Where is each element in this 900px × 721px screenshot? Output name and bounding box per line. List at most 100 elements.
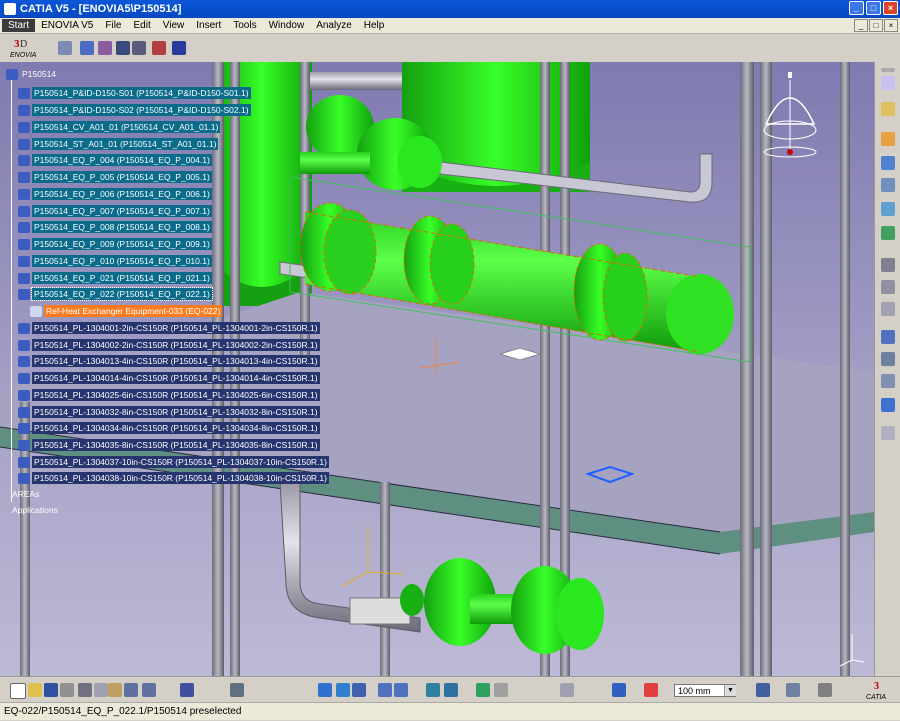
- tree-item[interactable]: P150514_CV_A01_01 (P150514_CV_A01_01.1): [18, 121, 221, 133]
- redo-icon[interactable]: [142, 683, 156, 697]
- tree-item[interactable]: P150514_EQ_P_005 (P150514_EQ_P_005.1): [18, 171, 212, 183]
- tree-item-areas[interactable]: AREAs: [10, 488, 41, 500]
- enovia-logo-text: ENOVIA: [10, 52, 37, 59]
- menu-tools[interactable]: Tools: [227, 20, 262, 31]
- tree-item[interactable]: P150514_PL-1304002-2in-CS150R (P150514_P…: [18, 339, 320, 351]
- right-toolbar: [874, 62, 900, 676]
- save-icon[interactable]: [116, 41, 130, 55]
- page-icon[interactable]: [881, 426, 895, 440]
- zoom-in-icon[interactable]: [378, 683, 392, 697]
- measure-icon[interactable]: [881, 280, 895, 294]
- product-icon: [18, 238, 30, 250]
- table-icon[interactable]: [230, 683, 244, 697]
- print-icon[interactable]: [60, 683, 74, 697]
- lock-icon[interactable]: [172, 41, 186, 55]
- snap-icon[interactable]: [560, 683, 574, 697]
- tree-item-equipment[interactable]: Ref-Heat Exchanger Equipment-033 (EQ-022…: [30, 305, 223, 317]
- cut-icon[interactable]: [78, 683, 92, 697]
- explore-icon[interactable]: [80, 41, 94, 55]
- menu-enovia[interactable]: ENOVIA V5: [35, 20, 99, 31]
- filter-icon[interactable]: [98, 41, 112, 55]
- document-icon[interactable]: [132, 41, 146, 55]
- menu-help[interactable]: Help: [358, 20, 391, 31]
- tree-item[interactable]: P150514_ST_A01_01 (P150514_ST_A01_01.1): [18, 138, 219, 150]
- tree-item[interactable]: P150514_EQ_P_007 (P150514_EQ_P_007.1): [18, 205, 212, 217]
- paint-icon[interactable]: [644, 683, 658, 697]
- tree-item[interactable]: P150514_EQ_P_008 (P150514_EQ_P_008.1): [18, 221, 212, 233]
- zoom-out-icon[interactable]: [394, 683, 408, 697]
- menu-analyze[interactable]: Analyze: [310, 20, 358, 31]
- navigate-icon[interactable]: [58, 41, 72, 55]
- status-bar: EQ-022/P150514_EQ_P_022.1/P150514 presel…: [0, 702, 900, 720]
- new-icon[interactable]: [10, 683, 26, 699]
- paste-icon[interactable]: [108, 683, 122, 697]
- tree-item[interactable]: P150514_EQ_P_010 (P150514_EQ_P_010.1): [18, 255, 212, 267]
- tree-item-selected[interactable]: P150514_EQ_P_022 (P150514_EQ_P_022.1): [18, 287, 213, 301]
- product-icon: [18, 104, 30, 116]
- swap-icon[interactable]: [881, 398, 895, 412]
- menu-start[interactable]: Start: [2, 19, 36, 32]
- hide-show-icon[interactable]: [494, 683, 508, 697]
- link-icon[interactable]: [881, 178, 895, 192]
- minimize-button[interactable]: _: [849, 1, 864, 15]
- rules-icon[interactable]: [881, 258, 895, 272]
- grid-icon[interactable]: [756, 683, 770, 697]
- iso-view-icon[interactable]: [444, 683, 458, 697]
- maximize-button[interactable]: □: [866, 1, 881, 15]
- color-icon[interactable]: [612, 683, 626, 697]
- undo-icon[interactable]: [124, 683, 138, 697]
- fit-all-icon[interactable]: [336, 683, 350, 697]
- transfer-icon[interactable]: [152, 41, 166, 55]
- menu-view[interactable]: View: [157, 20, 191, 31]
- tree-item[interactable]: P150514_P&ID-D150-S01 (P150514_P&ID-D150…: [18, 87, 251, 99]
- tree-item[interactable]: P150514_PL-1304001-2in-CS150R (P150514_P…: [18, 322, 320, 334]
- product-icon: [18, 472, 30, 484]
- chevron-down-icon[interactable]: ▼: [724, 685, 736, 696]
- tree-item-applications[interactable]: Applications: [10, 504, 60, 516]
- 3d-viewport[interactable]: P150514 P150514_P&ID-D150-S01 (P150514_P…: [0, 62, 874, 676]
- tree-item[interactable]: P150514_PL-1304034-8in-CS150R (P150514_P…: [18, 422, 320, 434]
- tree-item[interactable]: P150514_P&ID-D150-S02 (P150514_P&ID-D150…: [18, 104, 251, 116]
- settings-icon[interactable]: [786, 683, 800, 697]
- tree-item[interactable]: P150514_EQ_P_006 (P150514_EQ_P_006.1): [18, 188, 212, 200]
- tree-item[interactable]: P150514_PL-1304013-4in-CS150R (P150514_P…: [18, 355, 320, 367]
- camera-icon[interactable]: [818, 683, 832, 697]
- select-icon[interactable]: [881, 76, 895, 90]
- tree-item[interactable]: P150514_PL-1304038-10in-CS150R (P150514_…: [18, 472, 329, 484]
- close-button[interactable]: ×: [883, 1, 898, 15]
- pan-icon[interactable]: [352, 683, 366, 697]
- cube-icon[interactable]: [881, 226, 895, 240]
- sketch-icon[interactable]: [881, 132, 895, 146]
- open-icon[interactable]: [28, 683, 42, 697]
- shading-icon[interactable]: [476, 683, 490, 697]
- save-file-icon[interactable]: [44, 683, 58, 697]
- doc-close-button[interactable]: ×: [884, 19, 898, 32]
- layer-icon[interactable]: [881, 202, 895, 216]
- tree-item[interactable]: P150514_EQ_P_009 (P150514_EQ_P_009.1): [18, 238, 212, 250]
- doc-restore-button[interactable]: □: [869, 19, 883, 32]
- copy-icon[interactable]: [94, 683, 108, 697]
- cursor-icon[interactable]: [881, 102, 895, 116]
- whats-this-icon[interactable]: [180, 683, 194, 697]
- menu-window[interactable]: Window: [263, 20, 311, 31]
- tool-icon[interactable]: [881, 374, 895, 388]
- tree-item[interactable]: P150514_PL-1304025-6in-CS150R (P150514_P…: [18, 389, 320, 401]
- tree-item[interactable]: P150514_PL-1304037-10in-CS150R (P150514_…: [18, 456, 329, 468]
- graph-icon[interactable]: [881, 352, 895, 366]
- svg-text:D: D: [20, 39, 27, 50]
- fly-icon[interactable]: [318, 683, 332, 697]
- tree-item[interactable]: P150514_EQ_P_004 (P150514_EQ_P_004.1): [18, 154, 212, 166]
- tree-root[interactable]: P150514: [6, 68, 58, 80]
- edit-icon[interactable]: [881, 302, 895, 316]
- properties-icon[interactable]: [881, 330, 895, 344]
- menu-insert[interactable]: Insert: [190, 20, 227, 31]
- tree-item[interactable]: P150514_PL-1304014-4in-CS150R (P150514_P…: [18, 372, 320, 384]
- part-icon[interactable]: [881, 156, 895, 170]
- menu-edit[interactable]: Edit: [128, 20, 157, 31]
- tree-item[interactable]: P150514_EQ_P_021 (P150514_EQ_P_021.1): [18, 272, 212, 284]
- tree-item[interactable]: P150514_PL-1304032-8in-CS150R (P150514_P…: [18, 406, 320, 418]
- menu-file[interactable]: File: [99, 20, 127, 31]
- doc-minimize-button[interactable]: _: [854, 19, 868, 32]
- tree-item[interactable]: P150514_PL-1304035-8in-CS150R (P150514_P…: [18, 439, 320, 451]
- normal-view-icon[interactable]: [426, 683, 440, 697]
